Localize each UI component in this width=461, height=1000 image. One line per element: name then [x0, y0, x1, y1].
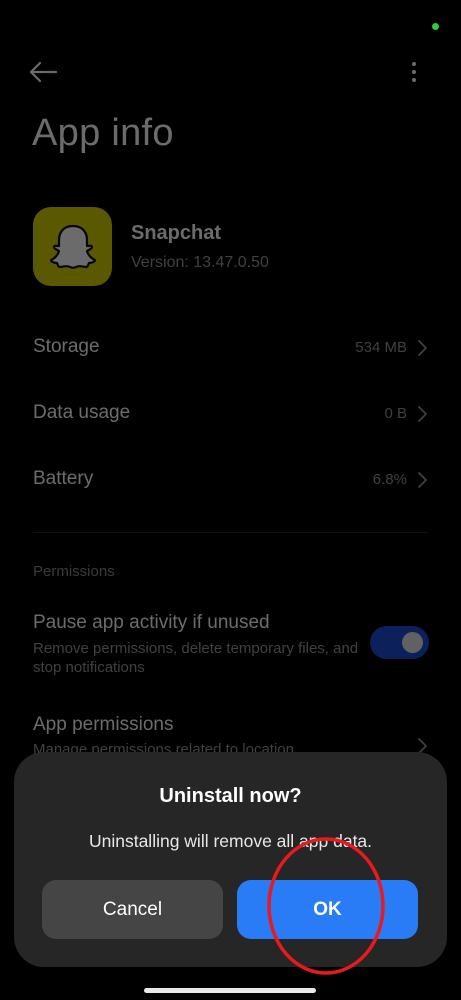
data-usage-label: Data usage	[33, 402, 131, 423]
snapchat-ghost-icon	[49, 224, 96, 269]
screen: App info Snapchat Version: 13.47.0.50 St…	[0, 0, 461, 1000]
dialog-message: Uninstalling will remove all app data.	[88, 831, 373, 851]
battery-value: 6.8%	[372, 471, 407, 488]
storage-label: Storage	[33, 336, 100, 357]
chevron-right-icon	[418, 472, 427, 488]
arrow-left-icon	[29, 61, 58, 83]
uninstall-dialog: Uninstall now? Uninstalling will remove …	[14, 752, 447, 967]
data-usage-value: 0 B	[384, 405, 407, 422]
pause-activity-title: Pause app activity if unused	[33, 612, 270, 633]
ok-button[interactable]: OK	[237, 880, 418, 939]
storage-row[interactable]: Storage 534 MB	[0, 324, 461, 374]
chevron-right-icon	[418, 406, 427, 422]
storage-value: 534 MB	[355, 339, 407, 356]
more-options-button[interactable]	[402, 56, 426, 88]
app-icon	[33, 207, 112, 286]
toggle-knob	[402, 632, 423, 653]
back-button[interactable]	[28, 56, 68, 88]
privacy-indicator-dot	[432, 23, 439, 30]
chevron-right-icon	[418, 340, 427, 356]
cancel-button[interactable]: Cancel	[42, 880, 223, 939]
permissions-section-header: Permissions	[33, 563, 115, 580]
battery-row[interactable]: Battery 6.8%	[0, 456, 461, 506]
pause-activity-description: Remove permissions, delete temporary fil…	[33, 640, 359, 676]
app-version: Version: 13.47.0.50	[131, 254, 269, 271]
dialog-title: Uninstall now?	[159, 785, 302, 807]
data-usage-row[interactable]: Data usage 0 B	[0, 390, 461, 440]
page-title: App info	[32, 112, 174, 154]
app-name: Snapchat	[131, 222, 222, 244]
app-permissions-title[interactable]: App permissions	[33, 714, 173, 736]
section-divider	[33, 532, 429, 533]
pause-activity-toggle[interactable]	[370, 626, 429, 659]
home-indicator[interactable]	[144, 988, 316, 993]
vertical-dots-icon	[412, 62, 416, 82]
battery-label: Battery	[33, 468, 94, 489]
